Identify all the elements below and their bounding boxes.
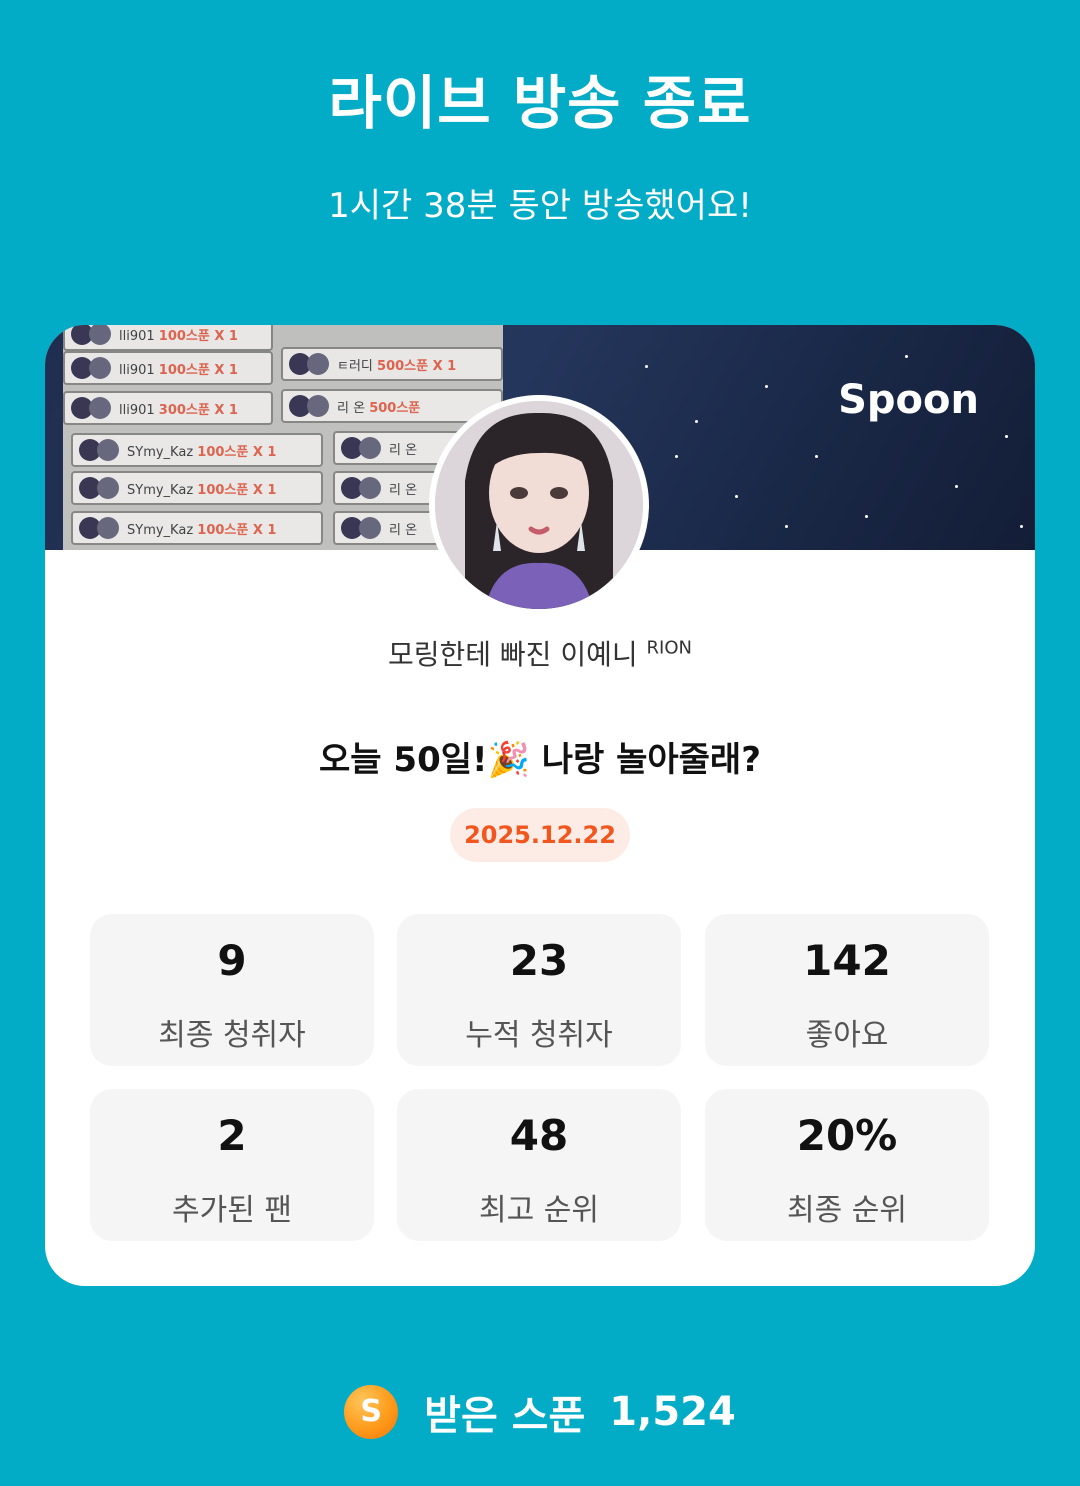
gift-row: SYmy_Kaz 100스푼 X 1 — [71, 471, 323, 505]
gift-user: 리 온 — [389, 523, 418, 538]
received-spoons: S 받은 스푼 1,524 — [0, 1380, 1080, 1444]
profile-avatar-image — [435, 401, 643, 609]
stat-label: 좋아요 — [805, 1018, 889, 1053]
stat-new-fans: 2 추가된 팬 — [90, 1089, 374, 1241]
gift-user: lli901 — [119, 403, 155, 418]
page-title: 라이브 방송 종료 — [328, 69, 752, 137]
broadcast-date-badge: 2025.12.22 — [450, 808, 630, 862]
avatar — [97, 439, 119, 461]
avatar — [97, 477, 119, 499]
gift-user: lli901 — [119, 329, 155, 344]
gift-row: SYmy_Kaz 100스푼 X 1 — [71, 511, 323, 545]
star — [1005, 435, 1008, 438]
gift-user: 리 온 — [337, 401, 366, 416]
avatar — [359, 437, 381, 459]
stat-value: 20% — [796, 1111, 898, 1160]
stat-label: 누적 청취자 — [465, 1018, 613, 1053]
gift-amount: 300스푼 X 1 — [158, 403, 238, 418]
gift-amount: 500스푼 X 1 — [377, 359, 457, 374]
star — [695, 420, 698, 423]
live-title: 오늘 50일!🎉 나랑 놀아줄래? — [319, 740, 761, 780]
stat-label: 최고 순위 — [479, 1193, 599, 1228]
stat-label: 추가된 팬 — [172, 1193, 292, 1228]
gift-amount: 100스푼 X 1 — [197, 445, 277, 460]
star — [675, 455, 678, 458]
gift-row: ㅌ러디 500스푼 X 1 — [281, 347, 503, 381]
gift-row: lli901 100스푼 X 1 — [63, 351, 273, 385]
broadcaster-nickname: 모링한테 빠진 이예니 RION — [45, 633, 1035, 673]
gift-user: lli901 — [119, 363, 155, 378]
avatar — [307, 395, 329, 417]
gift-row: SYmy_Kaz 100스푼 X 1 — [71, 433, 323, 467]
stat-value: 23 — [509, 936, 569, 985]
star — [955, 485, 958, 488]
broadcast-summary-card: lli901 100스푼 X 1 lli901 100스푼 X 1 lli901… — [45, 325, 1035, 1286]
star — [1020, 525, 1023, 528]
portrait-illustration — [435, 401, 643, 609]
stat-best-rank: 48 최고 순위 — [397, 1089, 681, 1241]
gift-amount: 100스푼 X 1 — [197, 483, 277, 498]
gift-amount: 100스푼 X 1 — [197, 523, 277, 538]
star — [905, 355, 908, 358]
stat-likes: 142 좋아요 — [705, 914, 989, 1066]
avatar — [89, 357, 111, 379]
stat-label: 최종 순위 — [787, 1193, 907, 1228]
avatar — [97, 517, 119, 539]
avatar — [359, 517, 381, 539]
spoon-coin-icon: S — [344, 1385, 399, 1439]
broadcast-duration: 1시간 38분 동안 방송했어요! — [328, 186, 752, 226]
stat-total-listeners: 23 누적 청취자 — [397, 914, 681, 1066]
gift-user: SYmy_Kaz — [127, 483, 194, 498]
nickname-text: 모링한테 빠진 이예니 — [387, 638, 638, 671]
star — [865, 515, 868, 518]
star — [815, 455, 818, 458]
avatar — [89, 325, 111, 345]
stat-final-rank: 20% 최종 순위 — [705, 1089, 989, 1241]
stat-value: 9 — [217, 936, 247, 985]
stat-value: 2 — [217, 1111, 247, 1160]
gift-user: SYmy_Kaz — [127, 523, 194, 538]
avatar — [307, 353, 329, 375]
avatar — [89, 397, 111, 419]
avatar — [359, 477, 381, 499]
gift-user: 리 온 — [389, 483, 418, 498]
gift-row: lli901 300스푼 X 1 — [63, 391, 273, 425]
star — [785, 525, 788, 528]
star — [645, 365, 648, 368]
stat-final-listeners: 9 최종 청취자 — [90, 914, 374, 1066]
stat-value: 142 — [803, 936, 891, 985]
gift-user: 리 온 — [389, 443, 418, 458]
gift-amount: 100스푼 X 1 — [158, 363, 238, 378]
profile-avatar[interactable] — [429, 395, 649, 615]
spoon-logo: Spoon — [838, 377, 979, 423]
gift-row: lli901 100스푼 X 1 — [63, 325, 273, 351]
star — [735, 495, 738, 498]
nickname-tag: RION — [646, 637, 692, 659]
gift-user: SYmy_Kaz — [127, 445, 194, 460]
gift-user: ㅌ러디 — [337, 359, 373, 374]
received-spoons-label: 받은 스푼 — [424, 1393, 586, 1439]
gift-amount: 100스푼 X 1 — [158, 329, 238, 344]
stat-label: 최종 청취자 — [158, 1018, 306, 1053]
received-spoons-count: 1,524 — [609, 1389, 736, 1435]
gift-amount: 500스푼 — [369, 401, 421, 416]
star — [765, 385, 768, 388]
stat-value: 48 — [509, 1111, 569, 1160]
